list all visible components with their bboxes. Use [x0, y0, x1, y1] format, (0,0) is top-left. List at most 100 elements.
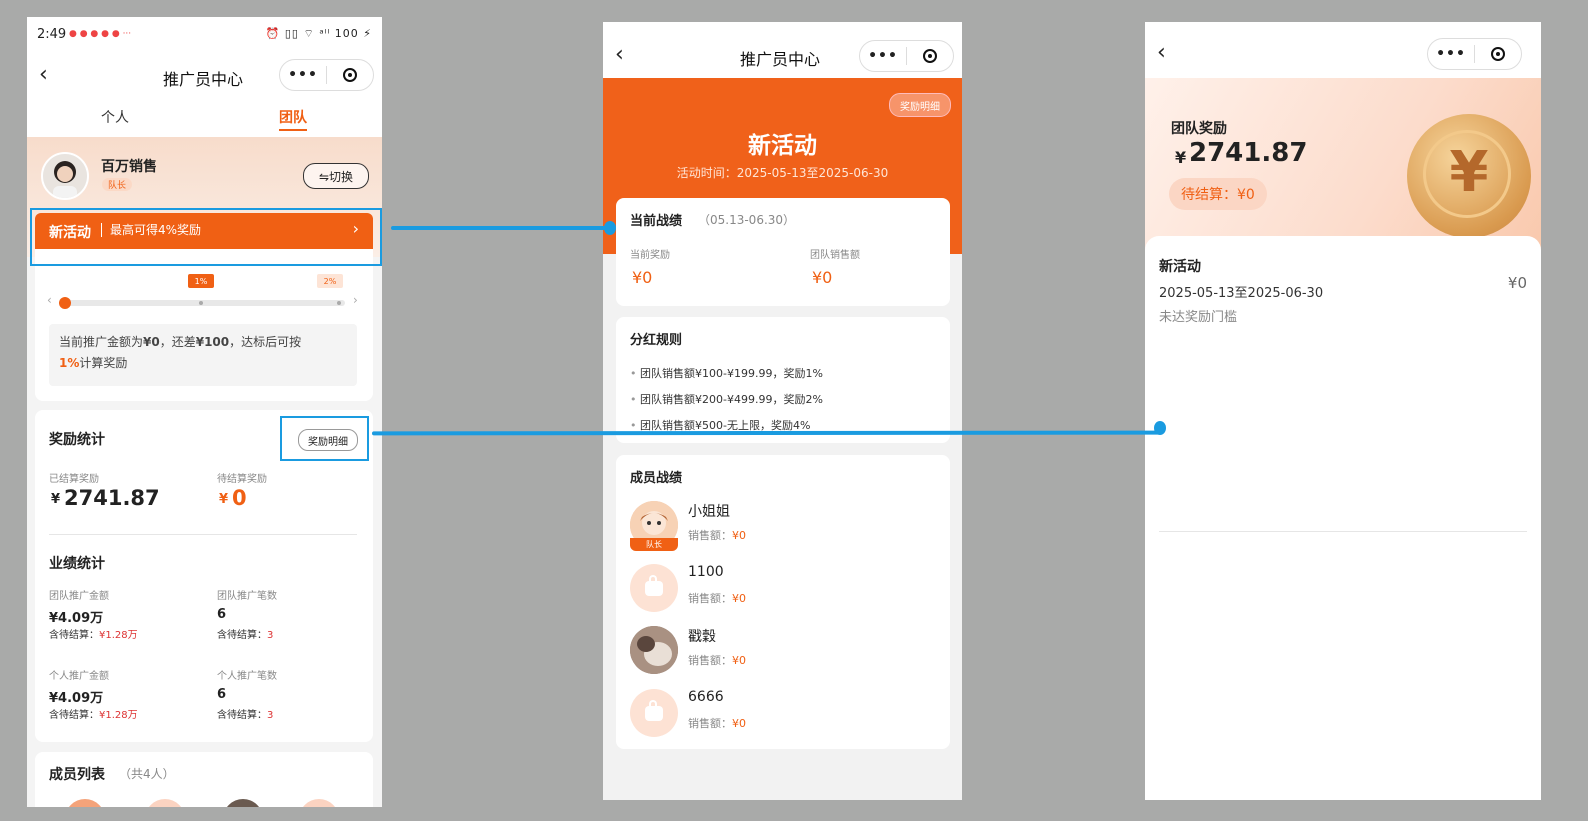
progress-prev-icon[interactable]: ‹: [47, 293, 52, 307]
profile-name: 百万销售: [101, 159, 157, 175]
phone-screen-activity-detail: ‹ 推广员中心 ••• 奖励明细 新活动 活动时间：2025-05-13至202…: [603, 22, 962, 800]
mini-program-capsule: •••: [1427, 38, 1522, 70]
tab-team[interactable]: 团队: [279, 107, 307, 127]
role-badge: 队长: [102, 178, 133, 191]
divider: [1159, 531, 1527, 532]
member-avatar: [630, 564, 678, 612]
divider: [49, 534, 357, 535]
progress-marker-2: 2%: [317, 274, 343, 288]
notice-rate: 1%: [59, 356, 80, 370]
settled-currency: ¥: [51, 492, 61, 507]
member-avatar[interactable]: [299, 799, 339, 807]
record-amount: ¥0: [1507, 274, 1527, 292]
record-period: 2025-05-13至2025-06-30: [1159, 286, 1324, 301]
record-status: 未达奖励门槛: [1159, 310, 1238, 325]
notice-gap: ¥100: [195, 335, 230, 349]
phone-screen-team-center: 2:49 ● ● ● ● ● ··· ⏰ ▯▯ ⌔ ᵃˡˡ 100 ⚡ ‹ 推广…: [27, 17, 382, 807]
activity-title: 新活动: [748, 133, 817, 159]
pending-currency: ¥: [219, 492, 229, 507]
team-reward-amount: 2741.87: [1189, 138, 1308, 168]
rules-card: 分红规则 • 团队销售额¥100-¥199.99，奖励1% • 团队销售额¥20…: [616, 317, 950, 443]
back-icon[interactable]: ‹: [1157, 42, 1166, 64]
close-miniprogram-button[interactable]: [1475, 47, 1521, 61]
target-icon: [343, 68, 357, 82]
member-name: 6666: [688, 689, 724, 705]
member-row[interactable]: 戳穀 销售额：¥0: [630, 626, 930, 678]
member-sales: 销售额：¥0: [688, 654, 746, 667]
personal-amount-pending: 含待结算：¥1.28万: [49, 710, 138, 721]
activity-period: 活动时间：2025-05-13至2025-06-30: [676, 166, 889, 180]
team-count-pending: 含待结算：3: [217, 630, 274, 641]
settled-label: 已结算奖励: [49, 474, 99, 485]
page-title: 推广员中心: [163, 70, 244, 89]
member-row[interactable]: 6666 销售额：¥0: [630, 689, 930, 741]
rule-item: • 团队销售额¥200-¥499.99，奖励2%: [630, 393, 823, 406]
pending-label: 待结算奖励: [217, 474, 267, 485]
rule-item: • 团队销售额¥500-无上限，奖励4%: [630, 419, 811, 432]
status-icons: ⏰ ▯▯ ⌔ ᵃˡˡ 100 ⚡: [265, 27, 372, 40]
member-sales: 销售额：¥0: [688, 717, 746, 730]
rule-item: • 团队销售额¥100-¥199.99，奖励1%: [630, 367, 823, 380]
team-count-label: 团队推广笔数: [217, 591, 277, 602]
back-icon[interactable]: ‹: [615, 44, 624, 66]
member-results-title: 成员战绩: [630, 471, 683, 486]
member-avatar[interactable]: [223, 799, 263, 807]
performance-title: 业绩统计: [49, 556, 105, 572]
personal-count-pending: 含待结算：3: [217, 710, 274, 721]
coin-illustration: ¥: [1407, 114, 1531, 238]
highlight-box-detail: [280, 416, 369, 461]
member-avatar[interactable]: [145, 799, 185, 807]
bag-icon: [645, 699, 663, 721]
member-row[interactable]: 队长 小姐姐 销售额：¥0: [630, 501, 930, 553]
team-sales-label: 团队销售额: [810, 250, 860, 261]
close-miniprogram-button[interactable]: [327, 68, 373, 82]
team-amount-pending: 含待结算：¥1.28万: [49, 630, 138, 641]
progress-knob: [59, 297, 71, 309]
highlight-box-banner: [30, 208, 382, 266]
progress-step-dot: [337, 301, 341, 305]
connector-line: [371, 430, 1161, 436]
leader-badge: 队长: [630, 538, 678, 551]
record-title: 新活动: [1159, 259, 1201, 275]
member-sales: 销售额：¥0: [688, 592, 746, 605]
notice-amount: ¥0: [143, 335, 160, 349]
current-reward-value: ¥0: [632, 268, 653, 287]
more-button[interactable]: •••: [280, 67, 326, 83]
more-button[interactable]: •••: [1428, 46, 1474, 62]
personal-amount: ¥4.09万: [49, 691, 104, 706]
notice-text: 计算奖励: [79, 356, 128, 370]
reward-detail-button[interactable]: 奖励明细: [889, 93, 951, 117]
member-name: 1100: [688, 564, 724, 580]
rules-title: 分红规则: [630, 333, 683, 348]
more-button[interactable]: •••: [860, 48, 906, 64]
member-list-card: 成员列表 （共4人）: [35, 752, 373, 807]
notification-icons: ● ● ● ● ● ···: [69, 29, 132, 39]
connector-line: [391, 226, 611, 230]
member-name: 小姐姐: [688, 504, 730, 520]
team-reward-currency: ¥: [1175, 148, 1187, 167]
member-avatar[interactable]: [65, 799, 105, 807]
current-reward-label: 当前奖励: [630, 250, 670, 261]
progress-step-dot: [199, 301, 203, 305]
team-count: 6: [217, 607, 227, 622]
member-avatar: [630, 689, 678, 737]
target-icon: [1491, 47, 1505, 61]
team-amount-label: 团队推广金额: [49, 591, 109, 602]
member-sales: 销售额：¥0: [688, 529, 746, 542]
close-miniprogram-button[interactable]: [907, 49, 953, 63]
member-results-card: 成员战绩 队长 小姐姐 销售额：¥0 1100 销售额：¥0 戳穀 销售额：¥0…: [616, 455, 950, 749]
progress-next-icon[interactable]: ›: [353, 293, 358, 307]
tab-indicator: [279, 129, 307, 131]
member-name: 戳穀: [688, 629, 716, 645]
member-row[interactable]: 1100 销售额：¥0: [630, 564, 930, 616]
switch-button[interactable]: ⇋切换: [303, 163, 369, 189]
avatar: [41, 152, 89, 200]
progress-marker-1: 1%: [188, 274, 214, 288]
settled-value: 2741.87: [64, 486, 160, 510]
progress-track: [61, 300, 345, 306]
notice-text: 当前推广金额为: [59, 335, 144, 349]
back-icon[interactable]: ‹: [39, 64, 48, 86]
mini-program-capsule: •••: [859, 40, 954, 72]
tab-personal[interactable]: 个人: [101, 107, 129, 127]
mini-program-capsule: •••: [279, 59, 374, 91]
